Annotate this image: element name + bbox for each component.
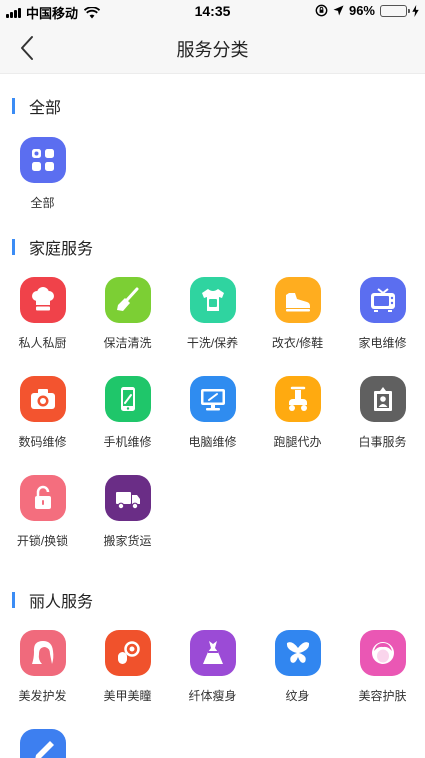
camera-icon	[19, 376, 66, 422]
nail-eye-icon	[104, 630, 151, 676]
butterfly-icon	[274, 630, 321, 676]
phone-repair-icon	[104, 376, 151, 422]
category-item-hair[interactable]: 美发护发	[0, 630, 85, 704]
category-item-locksmith[interactable]: 开锁/换锁	[0, 475, 85, 549]
tv-repair-icon	[359, 277, 406, 323]
shirt-icon	[189, 277, 236, 323]
category-label: 美发护发	[18, 689, 67, 703]
grid-apps-icon	[19, 137, 66, 183]
category-label: 纤体瘦身	[188, 689, 237, 703]
category-label: 搬家货运	[103, 534, 152, 548]
battery-percent: 96%	[348, 3, 375, 18]
navigation-bar: 服务分类	[0, 22, 425, 74]
category-item-phone-repair[interactable]: 手机维修	[85, 376, 170, 450]
category-item-nail-lens[interactable]: 美甲美瞳	[85, 630, 170, 704]
broom-icon	[104, 277, 151, 323]
section-title: 全部	[29, 100, 62, 117]
category-item-all[interactable]: 全部	[0, 137, 85, 211]
status-bar: 中国移动 14:35 96%	[0, 0, 425, 22]
category-label: 白事服务	[358, 435, 407, 449]
category-item-cleaning[interactable]: 保洁清洗	[85, 277, 170, 351]
category-item-slimming[interactable]: 纤体瘦身	[170, 630, 255, 704]
status-right: 96%	[310, 3, 419, 18]
category-item-funeral-service[interactable]: 白事服务	[340, 376, 425, 450]
section-accent-bar	[12, 239, 15, 255]
memorial-frame-icon	[359, 376, 406, 422]
section-title: 家庭服务	[29, 241, 94, 258]
category-item-tailor-shoe[interactable]: 改衣/修鞋	[255, 277, 340, 351]
battery-icon	[380, 4, 410, 17]
category-label: 保洁清洗	[103, 336, 152, 350]
category-label: 全部	[30, 196, 55, 210]
face-care-icon	[359, 630, 406, 676]
chef-hat-icon	[19, 277, 66, 323]
category-item-digital-repair[interactable]: 数码维修	[0, 376, 85, 450]
category-label: 数码维修	[18, 435, 67, 449]
category-label: 纹身	[285, 689, 310, 703]
page-title: 服务分类	[176, 40, 249, 60]
section-accent-bar	[12, 98, 15, 114]
category-label: 私人私厨	[18, 336, 67, 350]
category-label: 跑腿代办	[273, 435, 322, 449]
category-label: 干洗/保养	[186, 336, 239, 350]
category-label: 改衣/修鞋	[271, 336, 324, 350]
category-label: 电脑维修	[188, 435, 237, 449]
category-item-private-chef[interactable]: 私人私厨	[0, 277, 85, 351]
section-header-home-service: 家庭服务	[12, 235, 93, 259]
location-icon	[333, 5, 344, 16]
section-header-beauty-service: 丽人服务	[12, 588, 93, 612]
orientation-lock-icon	[315, 4, 328, 17]
category-item-partial[interactable]	[0, 729, 85, 758]
charging-icon	[412, 4, 419, 17]
shoe-icon	[274, 277, 321, 323]
category-item-moving[interactable]: 搬家货运	[85, 475, 170, 549]
category-item-errand[interactable]: 跑腿代办	[255, 376, 340, 450]
hair-icon	[19, 630, 66, 676]
category-item-skin-care[interactable]: 美容护肤	[340, 630, 425, 704]
scooter-icon	[274, 376, 321, 422]
section-title: 丽人服务	[29, 594, 94, 611]
category-item-appliance-repair[interactable]: 家电维修	[340, 277, 425, 351]
section-accent-bar	[12, 592, 15, 608]
unlock-icon	[19, 475, 66, 521]
category-label: 家电维修	[358, 336, 407, 350]
slim-dress-icon	[189, 630, 236, 676]
section-header-all: 全部	[12, 94, 61, 118]
category-item-computer-repair[interactable]: 电脑维修	[170, 376, 255, 450]
category-item-tattoo[interactable]: 纹身	[255, 630, 340, 704]
monitor-repair-icon	[189, 376, 236, 422]
category-label: 美容护肤	[358, 689, 407, 703]
truck-icon	[104, 475, 151, 521]
category-label: 手机维修	[103, 435, 152, 449]
category-item-dry-clean[interactable]: 干洗/保养	[170, 277, 255, 351]
category-label: 开锁/换锁	[16, 534, 69, 548]
category-label: 美甲美瞳	[103, 689, 152, 703]
pen-icon	[19, 729, 66, 758]
